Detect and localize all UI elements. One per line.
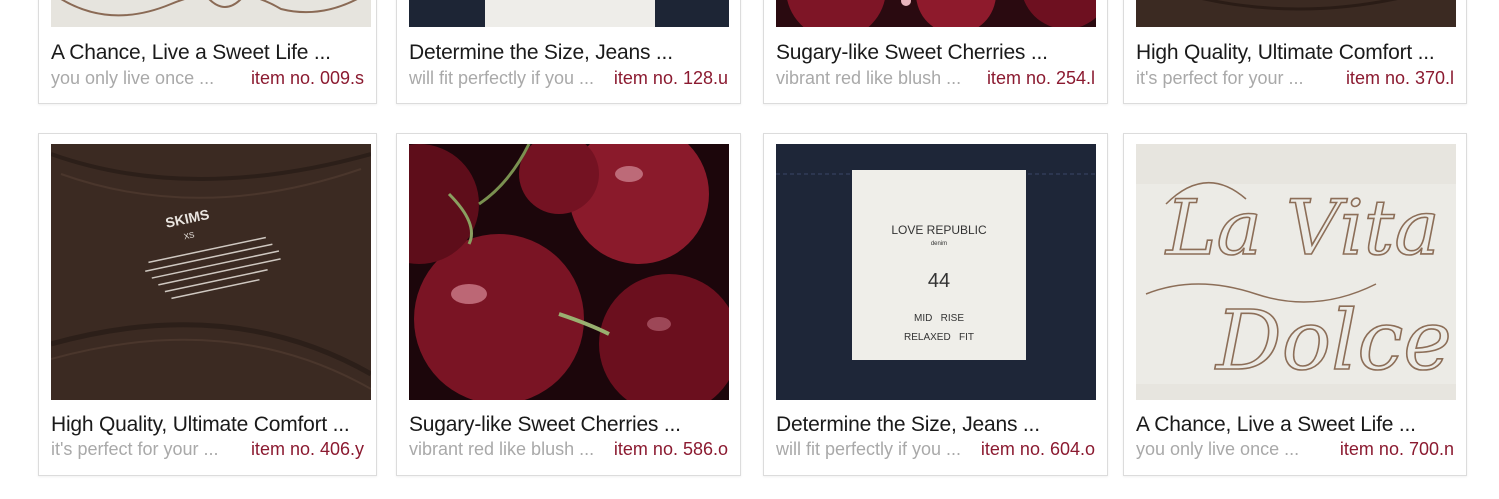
product-card[interactable]: LOVE REPUBLIC denim 44 MID RISE RELAXED … xyxy=(763,133,1108,476)
product-image-la-vita-dolce[interactable]: La Vita Dolce xyxy=(1136,144,1456,400)
product-image-cherries[interactable] xyxy=(409,144,729,400)
product-image-skims-label[interactable]: SKIMS XS xyxy=(51,144,371,400)
product-card[interactable]: High Quality, Ultimate Comfort ... it's … xyxy=(1123,0,1467,104)
jeans-size-text: 44 xyxy=(928,270,950,292)
product-title[interactable]: A Chance, Live a Sweet Life ... xyxy=(51,41,370,65)
item-number: item no. 254.l xyxy=(986,68,1095,88)
product-description: will fit perfectly if you ... xyxy=(776,439,962,459)
product-card[interactable]: La Vita Dolce A Chance, Live a Sweet Lif… xyxy=(1123,133,1467,476)
jeans-brand-text: LOVE REPUBLIC xyxy=(891,223,987,237)
product-description: it's perfect for your ... xyxy=(1136,68,1304,88)
product-description: you only live once ... xyxy=(1136,439,1300,459)
product-image-la-vita-dolce[interactable] xyxy=(51,0,371,27)
jeans-rise-text: MID RISE xyxy=(914,313,964,324)
product-card[interactable]: Determine the Size, Jeans ... will fit p… xyxy=(396,0,741,104)
jeans-fit-text: RELAXED FIT xyxy=(904,332,974,343)
product-image-jeans-tag[interactable]: LOVE REPUBLIC denim 44 MID RISE RELAXED … xyxy=(776,144,1096,400)
item-number: item no. 370.l xyxy=(1345,68,1454,88)
product-description: vibrant red like blush ... xyxy=(409,439,595,459)
dolce-line2-text: Dolce xyxy=(1214,294,1452,389)
item-number: item no. 604.o xyxy=(980,439,1095,459)
product-description: you only live once ... xyxy=(51,68,215,88)
item-number: item no. 700.n xyxy=(1339,439,1454,459)
product-description: it's perfect for your ... xyxy=(51,439,219,459)
product-title[interactable]: High Quality, Ultimate Comfort ... xyxy=(51,413,370,437)
product-title[interactable]: Sugary-like Sweet Cherries ... xyxy=(776,41,1101,65)
item-number: item no. 406.y xyxy=(250,439,364,459)
product-title[interactable]: Determine the Size, Jeans ... xyxy=(776,413,1101,437)
product-card[interactable]: A Chance, Live a Sweet Life ... you only… xyxy=(38,0,377,104)
item-number: item no. 586.o xyxy=(613,439,728,459)
jeans-sub-text: denim xyxy=(931,241,947,247)
product-title[interactable]: Determine the Size, Jeans ... xyxy=(409,41,734,65)
product-image-cherries[interactable] xyxy=(776,0,1096,27)
item-number: item no. 128.u xyxy=(613,68,728,88)
product-description: vibrant red like blush ... xyxy=(776,68,962,88)
product-card[interactable]: SKIMS XS High Quality, Ultimate Comfort … xyxy=(38,133,377,476)
product-title[interactable]: Sugary-like Sweet Cherries ... xyxy=(409,413,734,437)
product-card[interactable]: Sugary-like Sweet Cherries ... vibrant r… xyxy=(396,133,741,476)
product-image-jeans-tag[interactable] xyxy=(409,0,729,27)
item-number: item no. 009.s xyxy=(250,68,364,88)
product-title[interactable]: A Chance, Live a Sweet Life ... xyxy=(1136,413,1460,437)
product-card[interactable]: Sugary-like Sweet Cherries ... vibrant r… xyxy=(763,0,1108,104)
dolce-line1-text: La Vita xyxy=(1164,183,1440,272)
product-title[interactable]: High Quality, Ultimate Comfort ... xyxy=(1136,41,1460,65)
product-description: will fit perfectly if you ... xyxy=(409,68,595,88)
product-image-skims-label[interactable] xyxy=(1136,0,1456,27)
